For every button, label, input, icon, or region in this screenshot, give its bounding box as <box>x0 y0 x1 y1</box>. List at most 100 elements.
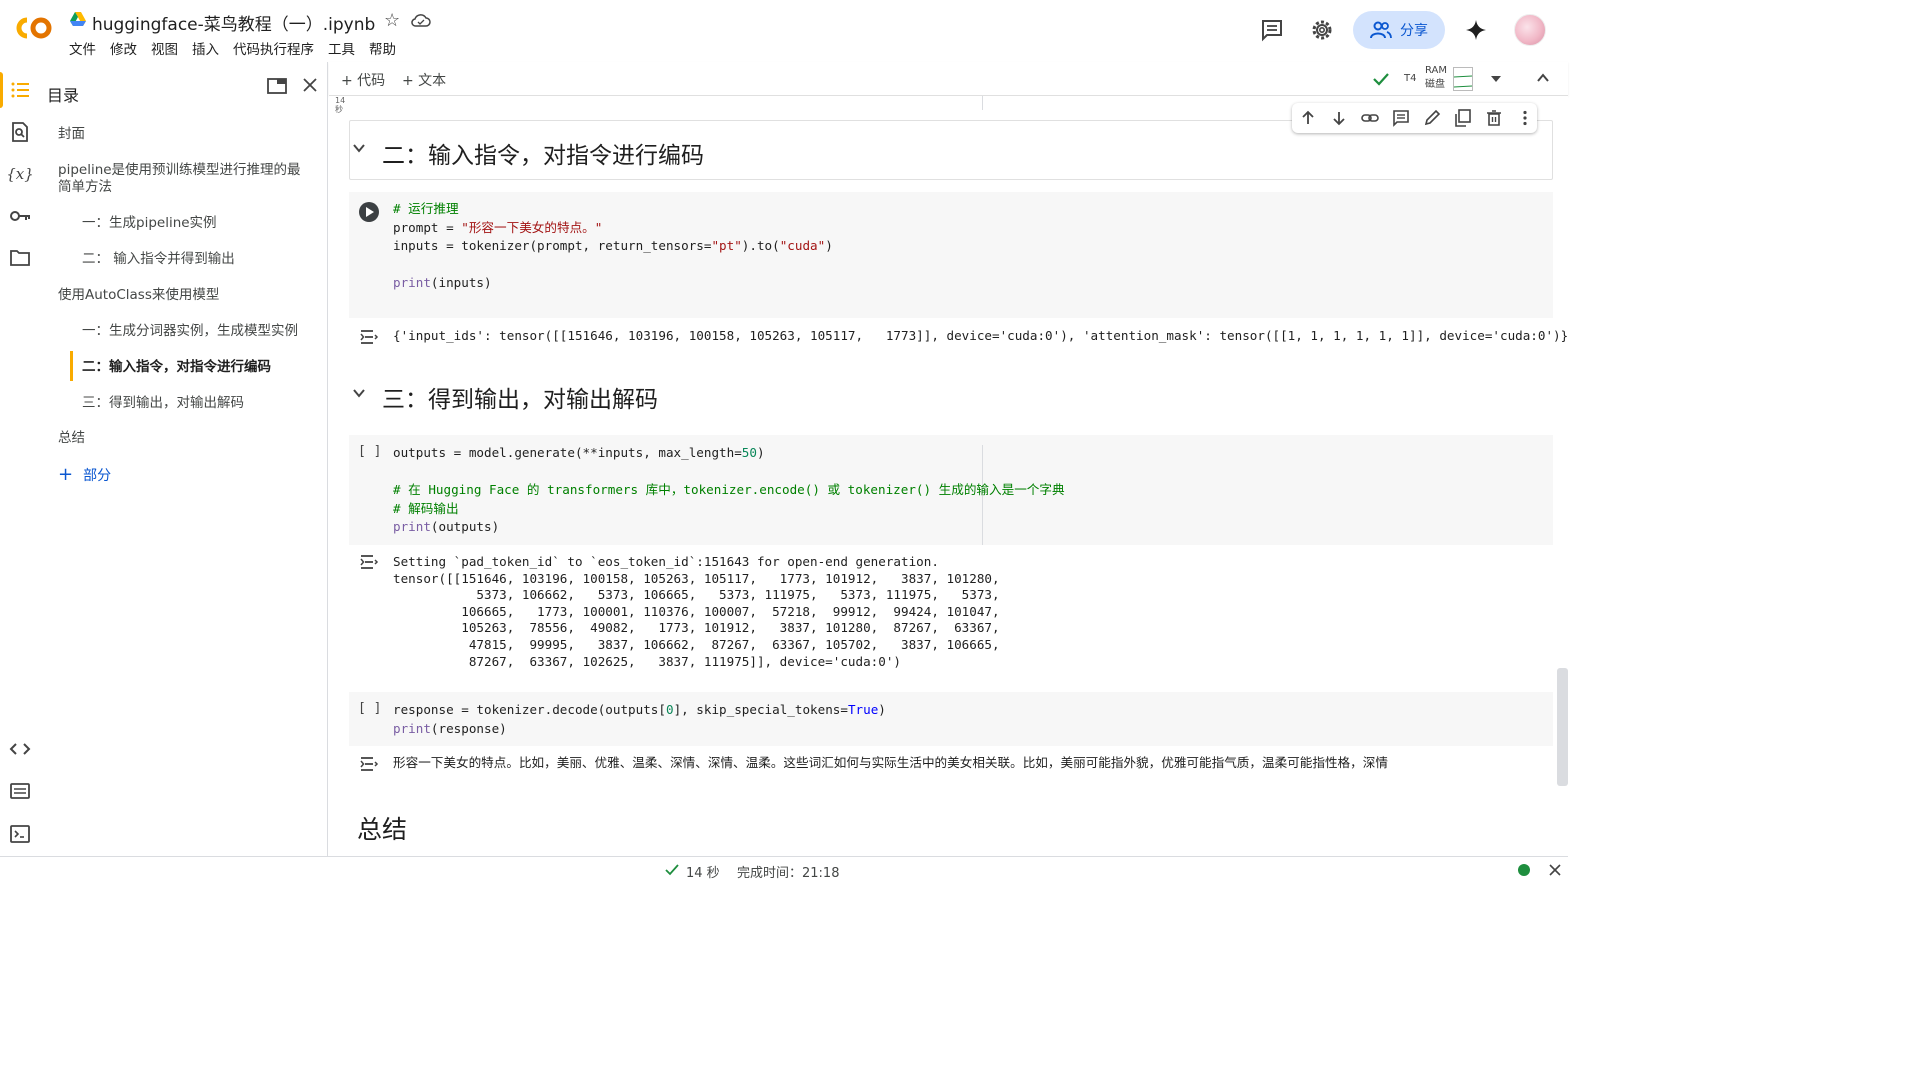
svg-text:{x}: {x} <box>8 165 32 183</box>
menu-view[interactable]: 视图 <box>151 38 178 58</box>
command-palette-icon[interactable] <box>8 779 32 803</box>
add-section-button[interactable]: + 部分 <box>58 464 111 485</box>
variables-icon[interactable]: {x} <box>8 162 32 186</box>
disk-label: 磁盘 <box>1425 79 1445 90</box>
rail-active-indicator <box>0 72 3 108</box>
cell-exec-bracket-2[interactable]: [ ] <box>358 701 381 716</box>
notebook-title[interactable]: huggingface-菜鸟教程（一）.ipynb <box>92 10 375 35</box>
resource-graph-icon <box>1453 67 1473 91</box>
edit-pencil-icon[interactable] <box>1423 109 1441 127</box>
run-cell-button[interactable] <box>359 202 379 222</box>
cloud-saved-icon[interactable] <box>411 12 431 28</box>
open-in-tab-icon[interactable] <box>267 77 287 95</box>
cell-toolbar <box>1292 103 1537 133</box>
execution-elapsed[interactable]: 14 秒 <box>686 862 720 881</box>
gemini-sparkle-icon[interactable] <box>1464 18 1488 42</box>
menu-tools[interactable]: 工具 <box>328 38 355 58</box>
settings-gear-icon[interactable] <box>1310 18 1334 42</box>
toc-item-cover[interactable]: 封面 <box>58 126 85 143</box>
resource-monitor[interactable]: RAM 磁盘 <box>1425 64 1447 92</box>
status-bar: 14 秒 完成时间：21:18 <box>0 856 1568 882</box>
output-line: 5373, 106662, 5373, 106665, 5373, 111975… <box>393 587 1000 603</box>
app-header: huggingface-菜鸟教程（一）.ipynb ☆ 文件 修改 视图 插入 … <box>0 0 1568 62</box>
comments-icon[interactable] <box>1260 18 1284 42</box>
prev-cell-divider <box>982 96 983 110</box>
collapse-section-chevron-icon[interactable] <box>352 143 366 153</box>
secrets-key-icon[interactable] <box>8 204 32 228</box>
find-replace-icon[interactable] <box>8 120 32 144</box>
google-drive-icon <box>70 12 86 26</box>
output-line: 47815, 99995, 3837, 106662, 87267, 63367… <box>393 636 1000 652</box>
chevron-down-icon[interactable] <box>1490 74 1502 84</box>
colab-logo[interactable] <box>14 13 54 43</box>
toc-item-decode[interactable]: 三：得到输出，对输出解码 <box>82 395 244 412</box>
menu-file[interactable]: 文件 <box>69 38 96 58</box>
output-generate-result: Setting `pad_token_id` to `eos_token_id`… <box>393 554 1000 670</box>
output-line: 106665, 1773, 100001, 110376, 100007, 57… <box>393 603 1000 619</box>
heading-encode: 二：输入指令，对指令进行编码 <box>382 143 704 169</box>
toc-item-tokenizer-instance[interactable]: 一：生成分词器实例，生成模型实例 <box>82 323 298 340</box>
code-snippets-icon[interactable] <box>8 737 32 761</box>
runtime-type-label[interactable]: T4 <box>1404 73 1416 84</box>
menu-runtime[interactable]: 代码执行程序 <box>233 38 314 58</box>
menu-bar: 文件 修改 视图 插入 代码执行程序 工具 帮助 <box>69 38 410 58</box>
star-icon[interactable]: ☆ <box>384 10 400 31</box>
add-text-button[interactable]: + 文本 <box>402 70 446 90</box>
move-down-arrow-icon[interactable] <box>1330 109 1348 127</box>
delete-trash-icon[interactable] <box>1485 109 1503 127</box>
output-toggle-icon-3[interactable] <box>359 755 379 773</box>
left-icon-rail: {x} <box>0 62 40 856</box>
code-generate-source[interactable]: outputs = model.generate(**inputs, max_l… <box>393 444 1065 537</box>
runtime-status-dot[interactable] <box>1518 864 1530 876</box>
toc-item-pipeline[interactable]: pipeline是使用预训练模型进行推理的最简单方法 <box>58 162 303 196</box>
prev-cell-exec-time: 14 秒 <box>335 96 346 114</box>
files-folder-icon[interactable] <box>8 246 32 270</box>
people-icon <box>1370 21 1392 39</box>
move-up-arrow-icon[interactable] <box>1299 109 1317 127</box>
execution-check-icon <box>665 864 679 876</box>
collapse-section-chevron-icon-2[interactable] <box>352 388 366 398</box>
output-encode-result: {'input_ids': tensor([[151646, 103196, 1… <box>393 328 1568 343</box>
toc-item-autoclass[interactable]: 使用AutoClass来使用模型 <box>58 287 219 304</box>
toc-title: 目录 <box>47 86 80 105</box>
toc-item-pipeline-instance[interactable]: 一：生成pipeline实例 <box>82 215 217 232</box>
add-code-button[interactable]: + 代码 <box>341 70 385 90</box>
chevron-up-icon[interactable] <box>1536 72 1550 84</box>
plus-icon: + <box>58 464 74 485</box>
notebook-scrollbar[interactable] <box>1557 668 1568 786</box>
heading-decode: 三：得到输出，对输出解码 <box>382 387 658 413</box>
code-decode-source[interactable]: response = tokenizer.decode(outputs[0], … <box>393 701 886 738</box>
output-toggle-icon-2[interactable] <box>359 553 379 571</box>
output-line: 87267, 63367, 102625, 3837, 111975]], de… <box>393 653 901 669</box>
execution-completed-time: 完成时间：21:18 <box>737 866 840 881</box>
add-section-label: 部分 <box>83 467 112 484</box>
terminal-icon[interactable] <box>8 822 32 846</box>
share-label: 分享 <box>1400 23 1428 39</box>
output-line: tensor([[151646, 103196, 100158, 105263,… <box>393 570 1000 586</box>
share-button[interactable]: 分享 <box>1353 11 1445 49</box>
menu-help[interactable]: 帮助 <box>369 38 396 58</box>
menu-insert[interactable]: 插入 <box>192 38 219 58</box>
close-status-icon[interactable] <box>1549 864 1561 876</box>
output-line: Setting `pad_token_id` to `eos_token_id`… <box>393 554 939 569</box>
menu-edit[interactable]: 修改 <box>110 38 137 58</box>
cell-exec-bracket[interactable]: [ ] <box>358 444 381 459</box>
toc-item-pipeline-output[interactable]: 二： 输入指令并得到输出 <box>82 251 235 268</box>
toc-item-encode-active[interactable]: 二：输入指令，对指令进行编码 <box>82 359 271 376</box>
notebook-toolbar: + 代码 + 文本 T4 RAM 磁盘 <box>329 62 1568 96</box>
comment-icon[interactable] <box>1392 109 1410 127</box>
mirror-cell-icon[interactable] <box>1454 109 1472 127</box>
output-toggle-icon[interactable] <box>359 328 379 346</box>
user-avatar[interactable] <box>1514 14 1546 46</box>
link-icon[interactable] <box>1361 109 1379 127</box>
output-decode-result: 形容一下美女的特点。比如，美丽、优雅、温柔、深情、深情、温柔。这些词汇如何与实际… <box>393 755 1388 770</box>
toc-item-summary[interactable]: 总结 <box>58 430 85 447</box>
heading-summary: 总结 <box>357 815 408 844</box>
table-of-contents-panel: 目录 封面 pipeline是使用预训练模型进行推理的最简单方法 一：生成pip… <box>40 62 328 856</box>
code-encode-source[interactable]: # 运行推理 prompt = "形容一下美女的特点。" inputs = to… <box>393 200 833 293</box>
output-line: 105263, 78556, 49082, 1773, 101912, 3837… <box>393 620 1000 636</box>
more-options-icon[interactable] <box>1516 109 1534 127</box>
table-of-contents-icon[interactable] <box>8 78 32 102</box>
ram-label: RAM <box>1425 65 1448 76</box>
close-icon[interactable] <box>302 77 318 93</box>
